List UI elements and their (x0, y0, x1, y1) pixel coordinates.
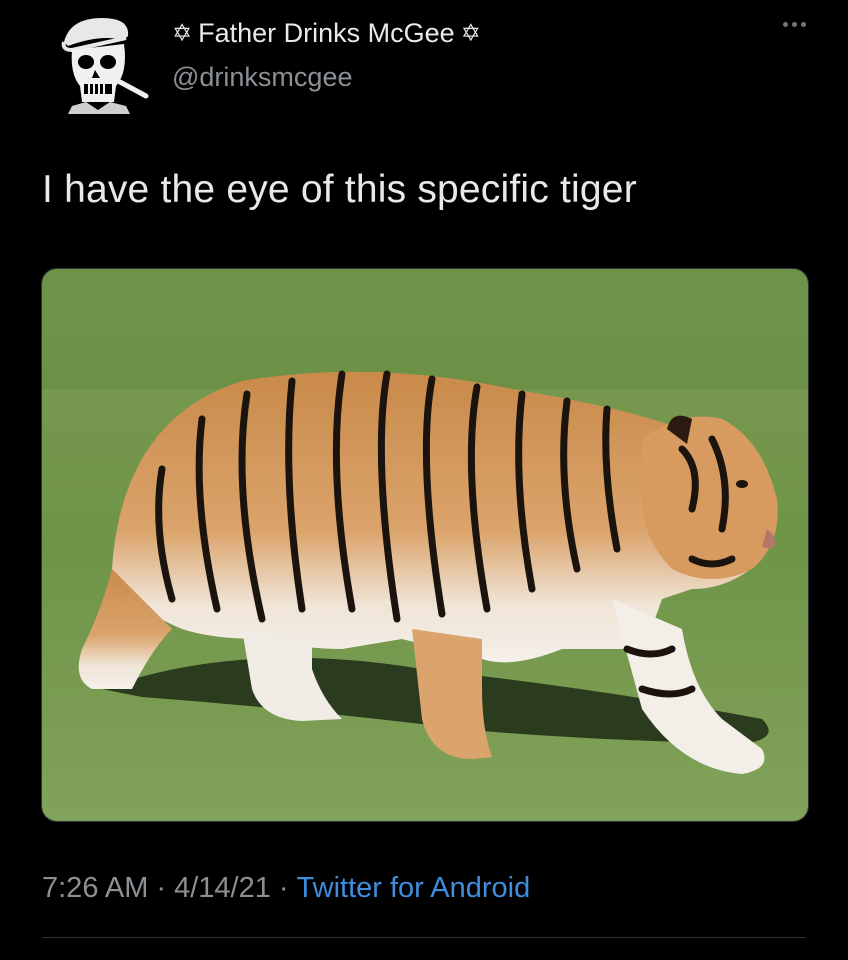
author-handle[interactable]: @drinksmcgee (172, 62, 352, 93)
divider (42, 937, 806, 938)
tweet-media-photo[interactable] (41, 268, 809, 822)
tweet-text: I have the eye of this specific tiger (42, 168, 637, 211)
tweet-meta: 7:26 AM · 4/14/21 · Twitter for Android (42, 872, 530, 905)
tweet-date[interactable]: 4/14/21 (174, 872, 271, 905)
more-horizontal-icon[interactable] (783, 22, 806, 27)
star-decoration-left: ✡ (172, 19, 193, 47)
meta-separator: · (156, 872, 167, 904)
tweet-card: ✡ Father Drinks McGee ✡ @drinksmcgee I h… (0, 0, 848, 960)
tiger-photo (42, 269, 808, 821)
tweet-source-link[interactable]: Twitter for Android (297, 872, 531, 905)
star-decoration-right: ✡ (460, 19, 481, 47)
avatar[interactable] (50, 6, 158, 114)
author-display-name[interactable]: Father Drinks McGee (198, 18, 455, 49)
author-name-row[interactable]: ✡ Father Drinks McGee ✡ (172, 18, 481, 49)
meta-separator: · (278, 872, 289, 904)
skull-with-cap-avatar-icon (61, 18, 149, 114)
tweet-time[interactable]: 7:26 AM (42, 872, 148, 905)
